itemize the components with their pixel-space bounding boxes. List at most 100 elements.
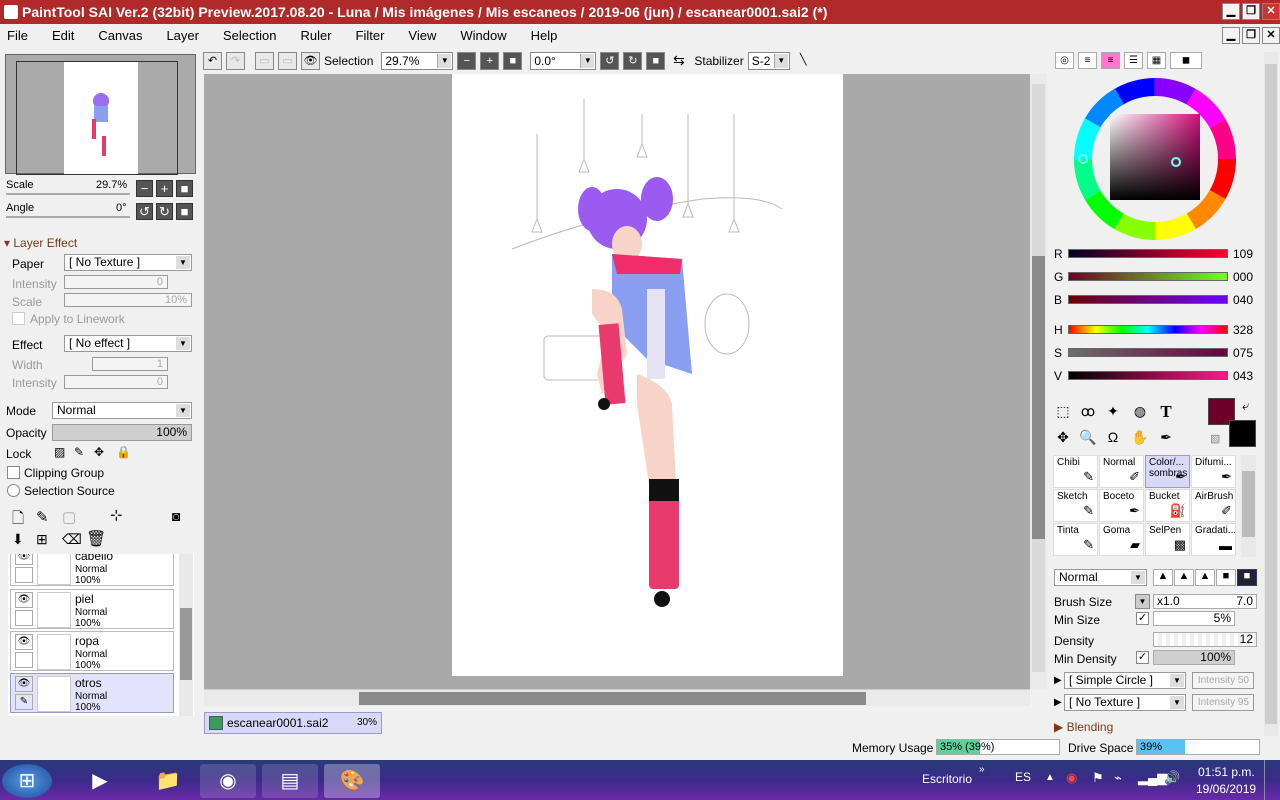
b-slider[interactable] xyxy=(1068,295,1228,304)
intensity2-field[interactable]: 0 xyxy=(64,375,168,389)
b-value[interactable]: 040 xyxy=(1233,293,1253,307)
brush-selpen[interactable]: SelPen ▩ xyxy=(1145,523,1190,556)
show-desktop-button[interactable] xyxy=(1264,760,1280,800)
color-wheel[interactable] xyxy=(1070,74,1240,244)
intensity-field[interactable]: 0 xyxy=(64,275,168,289)
s-value[interactable]: 075 xyxy=(1233,346,1253,360)
color-mixer-tab-icon[interactable]: ☰ xyxy=(1124,52,1143,69)
eye-icon[interactable]: 👁 xyxy=(15,592,33,608)
start-button[interactable]: ⊞ xyxy=(2,764,52,798)
navigator-viewport[interactable] xyxy=(16,61,178,175)
vscroll-thumb[interactable] xyxy=(1032,256,1045,539)
lasso-icon[interactable]: ꝏ xyxy=(1077,400,1099,421)
canvas-paper[interactable] xyxy=(452,74,843,676)
new-layer-icon[interactable]: 🗋 xyxy=(12,508,24,533)
min-size-slider[interactable]: 5% xyxy=(1153,611,1235,626)
angle-select[interactable]: 0.0° ▼ xyxy=(530,51,597,70)
brush-color-sombras[interactable]: Color/... sombras ✒ xyxy=(1145,455,1190,488)
undo-button[interactable]: ↶ xyxy=(203,51,222,70)
lock-all-icon[interactable]: 🔒 xyxy=(116,445,131,459)
menu-help[interactable]: Help xyxy=(531,28,558,43)
menu-ruler[interactable]: Ruler xyxy=(300,28,331,43)
zoom-out-button[interactable]: − xyxy=(457,51,477,70)
brush-difumi[interactable]: Difumi... ✒ xyxy=(1191,455,1236,488)
straight-line-icon[interactable]: ╲ xyxy=(794,52,813,70)
hscroll-thumb[interactable] xyxy=(359,692,866,705)
g-value[interactable]: 000 xyxy=(1233,270,1253,284)
network-icon[interactable]: ▂▄▆ xyxy=(1138,770,1167,786)
nav-rotate-reset-button[interactable]: ■ xyxy=(176,203,193,220)
zoom-in-button[interactable]: + xyxy=(480,51,500,70)
layer-scrollbar[interactable] xyxy=(179,554,193,716)
swap-colors-icon[interactable]: ⤶ xyxy=(1242,398,1249,414)
menu-window[interactable]: Window xyxy=(460,28,506,43)
deselect-button[interactable]: ▭ xyxy=(255,51,274,70)
menu-canvas[interactable]: Canvas xyxy=(98,28,142,43)
effect-select[interactable]: [ No effect ] ▼ xyxy=(64,335,192,352)
layer-item[interactable]: 👁 ropa Normal 100% xyxy=(10,631,174,671)
layer-effect-header[interactable]: ▾ Layer Effect xyxy=(4,236,77,250)
density-slider[interactable]: 12 xyxy=(1153,632,1257,647)
flip-horizontal-icon[interactable]: ⇆ xyxy=(669,52,688,70)
menu-edit[interactable]: Edit xyxy=(52,28,74,43)
menu-filter[interactable]: Filter xyxy=(356,28,385,43)
hand-icon[interactable]: ✋ xyxy=(1129,426,1151,447)
width-field[interactable]: 1 xyxy=(92,357,168,371)
move-icon[interactable]: ✥ xyxy=(1052,426,1074,447)
nav-zoom-reset-button[interactable]: ■ xyxy=(176,180,193,197)
brush-shape-select[interactable]: [ Simple Circle ] ▼ xyxy=(1064,672,1186,689)
h-slider[interactable] xyxy=(1068,325,1228,334)
layer-item[interactable]: 👁 piel Normal 100% xyxy=(10,589,174,629)
doc-restore-button[interactable]: ❐ xyxy=(1242,27,1260,44)
canvas-vertical-scrollbar[interactable] xyxy=(1030,74,1047,689)
opacity-slider[interactable]: 100% xyxy=(52,424,192,441)
brush-scrollbar[interactable] xyxy=(1241,455,1256,557)
menu-file[interactable]: File xyxy=(7,28,28,43)
brush-chibi[interactable]: Chibi ✎ xyxy=(1053,455,1098,488)
texture-intensity-field[interactable]: Intensity 95 xyxy=(1192,694,1254,711)
shape-preset-3-icon[interactable]: ▲ xyxy=(1195,569,1215,586)
layer-edit-icon[interactable] xyxy=(15,610,33,626)
merge-down-icon[interactable]: ⬇ xyxy=(12,531,24,548)
shape-preset-1-icon[interactable]: ▲ xyxy=(1153,569,1173,586)
chrome-icon[interactable]: ◉ xyxy=(200,764,256,798)
canvas-horizontal-scrollbar[interactable] xyxy=(204,689,1030,706)
action-center-icon[interactable]: ⚑ xyxy=(1092,770,1104,786)
power-icon[interactable]: ⌁ xyxy=(1114,770,1122,786)
magic-wand-icon[interactable]: ✦ xyxy=(1102,400,1124,421)
shape-preset-5-icon[interactable]: ■ xyxy=(1237,569,1257,586)
min-density-checkbox[interactable]: ✓ xyxy=(1136,651,1149,664)
nav-zoom-in-button[interactable]: + xyxy=(156,180,173,197)
lock-paint-icon[interactable]: ✎ xyxy=(74,445,84,459)
rotate-reset-button[interactable]: ■ xyxy=(646,51,666,70)
media-player-icon[interactable]: ▶ xyxy=(72,764,128,798)
canvas-area[interactable] xyxy=(204,74,1030,689)
apply-linework-checkbox[interactable] xyxy=(12,312,25,325)
r-value[interactable]: 109 xyxy=(1233,247,1253,261)
brush-tinta[interactable]: Tinta ✎ xyxy=(1053,523,1098,556)
maximize-button[interactable]: ❐ xyxy=(1242,3,1260,20)
h-value[interactable]: 328 xyxy=(1233,323,1253,337)
eye-icon[interactable]: 👁 xyxy=(15,554,33,565)
layer-item-selected[interactable]: 👁 ✎ otros Normal 100% xyxy=(10,673,174,713)
navigator-preview[interactable] xyxy=(5,54,196,175)
blend-mode-select[interactable]: Normal ▼ xyxy=(1054,569,1147,586)
layer-item[interactable]: 👁 cabello Normal 100% xyxy=(10,554,174,586)
toolbar-expand-icon[interactable]: » xyxy=(979,764,985,775)
pencil-icon[interactable]: ✎ xyxy=(15,694,33,710)
shape-icon[interactable]: ◍ xyxy=(1129,400,1151,421)
min-size-checkbox[interactable]: ✓ xyxy=(1136,612,1149,625)
swatches-tab-icon[interactable]: ▦ xyxy=(1147,52,1166,69)
show-hidden-icons-icon[interactable]: ▲ xyxy=(1045,772,1055,783)
right-panel-scroll-thumb[interactable] xyxy=(1265,64,1277,724)
secondary-color-swatch[interactable] xyxy=(1229,420,1256,447)
brush-boceto[interactable]: Boceto ✒ xyxy=(1099,489,1144,522)
nav-rotate-cw-button[interactable]: ↻ xyxy=(156,203,173,220)
lock-move-icon[interactable]: ✥ xyxy=(94,445,104,459)
layer-edit-icon[interactable] xyxy=(15,567,33,583)
clipping-group-checkbox[interactable] xyxy=(7,466,20,479)
painttool-sai-icon[interactable]: 🎨 xyxy=(324,764,380,798)
rect-select-icon[interactable]: ⬚ xyxy=(1052,400,1074,421)
hsv-slider-tab-icon[interactable]: ≡ xyxy=(1101,52,1120,69)
rotate-cw-button[interactable]: ↻ xyxy=(623,51,643,70)
